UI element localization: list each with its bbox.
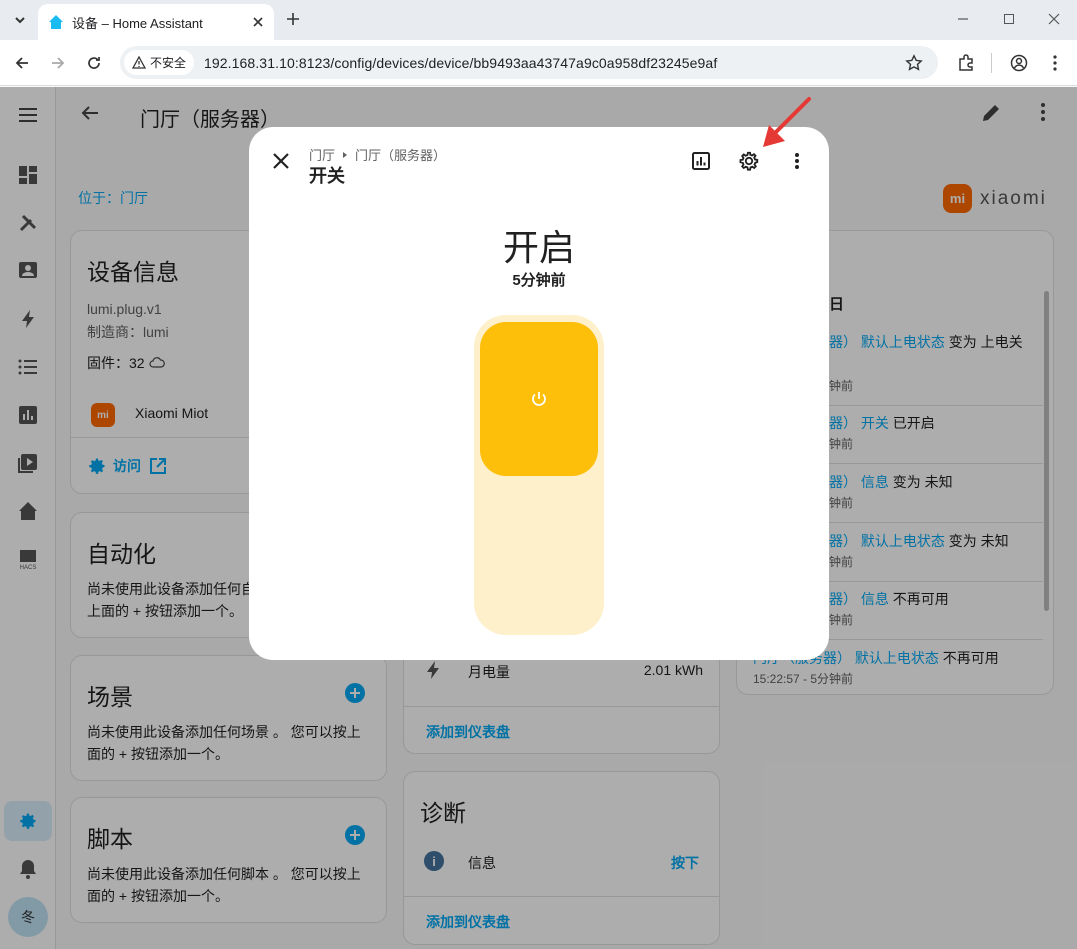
reload-button[interactable] [82, 51, 106, 75]
browser-tab[interactable]: 设备 – Home Assistant [38, 4, 274, 40]
more-vertical-icon [1053, 55, 1057, 71]
more-info-dialog: 门厅 门厅（服务器） 开关 开启 5分钟前 [249, 127, 829, 660]
security-badge[interactable]: 不安全 [124, 50, 195, 75]
close-icon [1048, 13, 1060, 25]
chart-box-icon [692, 152, 710, 170]
home-assistant-icon [49, 15, 63, 29]
address-bar[interactable]: 不安全 192.168.31.10:8123/config/devices/de… [120, 46, 938, 79]
tab-title: 设备 – Home Assistant [72, 15, 203, 31]
security-label: 不安全 [150, 56, 187, 70]
new-tab-button[interactable] [282, 8, 304, 30]
back-button[interactable] [10, 51, 34, 75]
close-icon [273, 153, 289, 169]
browser-toolbar: 不安全 192.168.31.10:8123/config/devices/de… [0, 40, 1077, 86]
entity-name: 开关 [309, 166, 345, 186]
last-changed: 5分钟前 [512, 272, 566, 289]
toolbar-divider [991, 53, 992, 73]
close-tab-icon[interactable] [252, 16, 264, 28]
warning-icon [132, 55, 146, 69]
close-dialog-button[interactable] [267, 147, 295, 175]
forward-button[interactable] [46, 51, 70, 75]
power-icon [532, 392, 546, 406]
tab-search-button[interactable] [8, 8, 32, 32]
browser-menu-button[interactable] [1043, 51, 1067, 75]
entity-state: 开启 [502, 227, 575, 268]
arrow-left-icon [15, 57, 28, 69]
maximize-icon [1004, 14, 1014, 24]
puzzle-icon [959, 54, 973, 71]
profile-button[interactable] [1007, 51, 1031, 75]
reload-icon [88, 57, 100, 69]
browser-tabstrip: 设备 – Home Assistant [0, 0, 1077, 40]
chevron-down-icon [15, 17, 25, 24]
bookmark-star-icon[interactable] [905, 53, 923, 72]
minimize-button[interactable] [952, 8, 974, 30]
minimize-icon [958, 18, 968, 20]
profile-icon [1010, 54, 1028, 72]
extensions-button[interactable] [954, 51, 978, 75]
close-window-button[interactable] [1043, 8, 1065, 30]
maximize-button[interactable] [998, 8, 1020, 30]
breadcrumb-device[interactable]: 门厅（服务器） [355, 145, 446, 164]
caret-right-icon [343, 151, 348, 158]
plus-icon [287, 13, 299, 25]
arrow-right-icon [52, 57, 65, 69]
more-vertical-icon [795, 153, 799, 169]
url-text[interactable]: 192.168.31.10:8123/config/devices/device… [204, 55, 717, 71]
power-toggle-knob[interactable] [480, 322, 598, 476]
history-button[interactable] [687, 147, 715, 175]
annotation-arrow-icon [763, 97, 811, 147]
